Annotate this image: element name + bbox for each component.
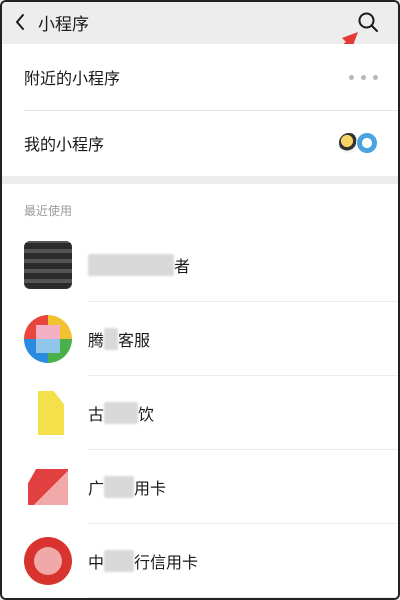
search-icon — [358, 12, 378, 32]
app-name: 广 用卡 — [88, 475, 166, 499]
list-item[interactable]: 中 行信用卡 — [2, 524, 398, 598]
app-icon — [30, 389, 68, 437]
search-button[interactable] — [354, 8, 382, 36]
page-title: 小程序 — [38, 14, 89, 35]
phone-screen: 小程序 附近的小程序 我的小程序 最近使用 者 腾 客服 古 饮 广 用卡 中 … — [0, 0, 400, 600]
avatar — [356, 132, 378, 154]
nav-bar: 小程序 — [2, 2, 398, 42]
blurred-text — [88, 254, 174, 276]
list-item[interactable]: 腾 客服 — [2, 302, 398, 376]
nearby-mini-programs-row[interactable]: 附近的小程序 — [2, 44, 398, 110]
chevron-left-icon — [16, 14, 24, 30]
recent-section-label: 最近使用 — [24, 204, 73, 218]
app-icon — [24, 241, 72, 289]
app-icon — [24, 463, 72, 511]
more-dots-icon — [349, 74, 378, 80]
my-mini-programs-row[interactable]: 我的小程序 — [2, 110, 398, 176]
list-item[interactable]: 古 饮 — [2, 376, 398, 450]
app-name: 腾 客服 — [88, 327, 150, 351]
blurred-text — [104, 550, 135, 572]
back-button[interactable] — [2, 2, 38, 42]
mini-program-avatars — [338, 132, 378, 154]
recent-card: 最近使用 者 腾 客服 古 饮 广 用卡 中 行信用卡 — [2, 184, 398, 598]
app-name: 古 饮 — [88, 401, 154, 425]
app-name: 者 — [88, 253, 190, 277]
my-mini-programs-label: 我的小程序 — [24, 135, 105, 154]
app-icon — [24, 315, 72, 363]
blurred-text — [104, 328, 119, 350]
app-name: 中 行信用卡 — [88, 549, 198, 573]
nearby-mini-programs-label: 附近的小程序 — [24, 69, 121, 88]
list-item[interactable]: 者 — [2, 228, 398, 302]
entries-card: 附近的小程序 我的小程序 — [2, 44, 398, 176]
app-icon — [24, 537, 72, 585]
blurred-text — [104, 402, 139, 424]
blurred-text — [104, 476, 135, 498]
list-item[interactable]: 广 用卡 — [2, 450, 398, 524]
